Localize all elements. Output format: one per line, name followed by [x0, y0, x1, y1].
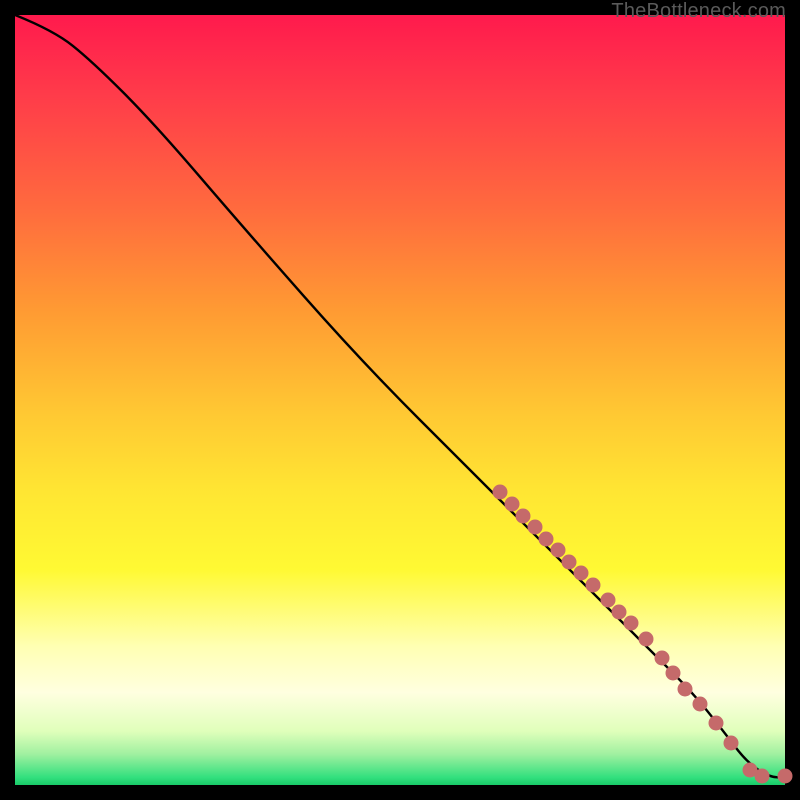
data-point — [612, 604, 627, 619]
curve-path — [15, 15, 785, 777]
data-point — [493, 485, 508, 500]
data-point — [743, 762, 758, 777]
data-point — [573, 566, 588, 581]
data-point — [550, 543, 565, 558]
plot-area — [15, 15, 785, 785]
data-point — [754, 768, 769, 783]
data-point — [778, 768, 793, 783]
curve-svg — [15, 15, 785, 785]
data-point — [516, 508, 531, 523]
data-point — [539, 531, 554, 546]
data-point — [677, 681, 692, 696]
data-point — [666, 666, 681, 681]
data-point — [527, 520, 542, 535]
data-point — [708, 716, 723, 731]
data-point — [600, 593, 615, 608]
data-point — [562, 554, 577, 569]
data-point — [639, 631, 654, 646]
data-point — [654, 650, 669, 665]
data-point — [693, 697, 708, 712]
data-point — [624, 616, 639, 631]
data-point — [504, 496, 519, 511]
chart-frame: TheBottleneck.com — [0, 0, 800, 800]
data-point — [724, 735, 739, 750]
data-point — [585, 577, 600, 592]
